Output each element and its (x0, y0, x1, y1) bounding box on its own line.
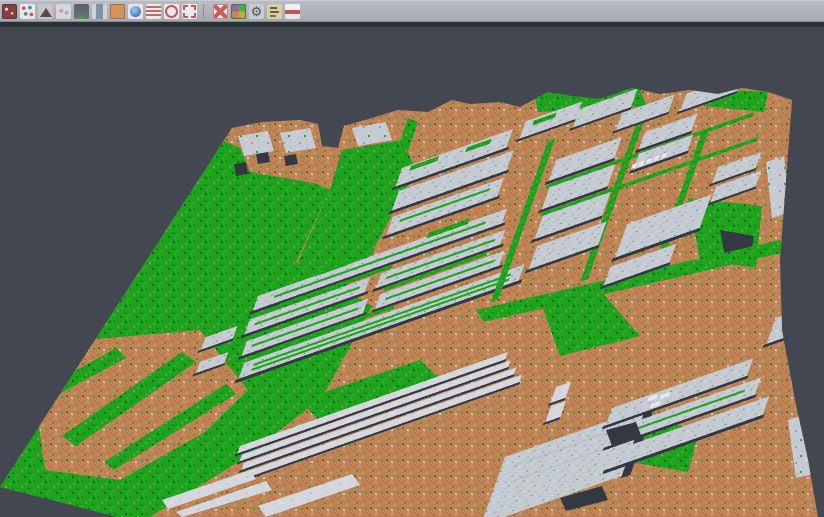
map-notes-icon[interactable] (267, 4, 282, 19)
app-window (0, 0, 824, 517)
flag-icon[interactable] (285, 4, 300, 19)
shadow-spot (234, 162, 248, 176)
shadow-spot (284, 154, 298, 166)
mountain-icon[interactable] (38, 4, 53, 19)
globe-icon[interactable] (128, 4, 143, 19)
window-frame-line (0, 22, 824, 27)
viewport-3d[interactable] (0, 0, 824, 517)
plugin-toolbar (0, 0, 824, 22)
green-hill-icon[interactable] (74, 4, 89, 19)
scatter-points-icon[interactable] (20, 4, 35, 19)
orange-square-icon[interactable] (110, 4, 125, 19)
toolbar-separator (203, 4, 210, 19)
red-cross-icon[interactable] (213, 4, 228, 19)
rainbow-field-icon[interactable] (231, 4, 246, 19)
red-ring-icon[interactable] (164, 4, 179, 19)
gear-icon[interactable] (249, 4, 264, 19)
terrain-patch-icon[interactable] (2, 4, 17, 19)
red-lines-icon[interactable] (146, 4, 161, 19)
faint-points-icon[interactable] (56, 4, 71, 19)
column-icon[interactable] (92, 4, 107, 19)
shadow-spot (256, 152, 270, 164)
selection-brackets-icon[interactable] (182, 4, 197, 19)
